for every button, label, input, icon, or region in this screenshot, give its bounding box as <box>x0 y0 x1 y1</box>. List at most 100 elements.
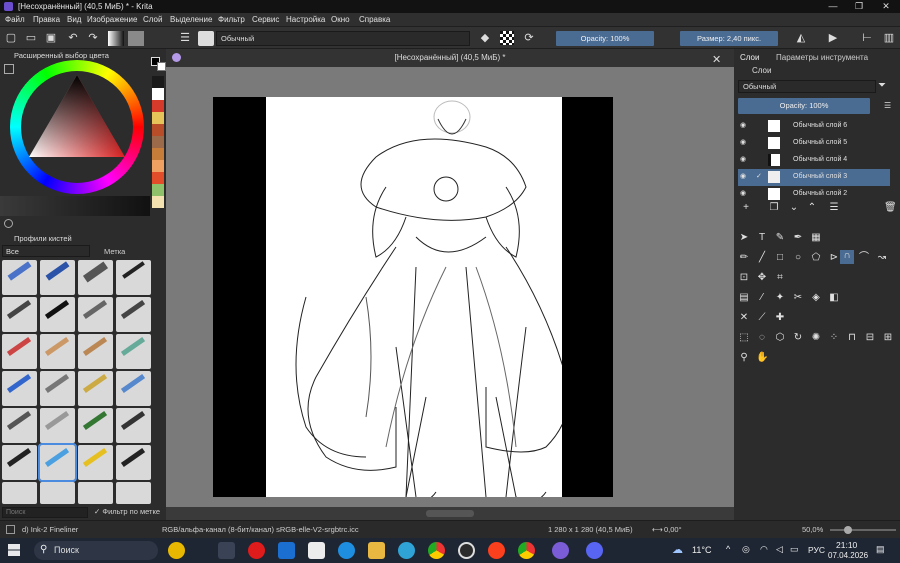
brush-preset[interactable] <box>78 371 113 406</box>
edge-icon[interactable] <box>338 542 355 559</box>
select-shapes-tool-icon[interactable]: ➤ <box>738 232 750 244</box>
eraser-icon[interactable]: ◆ <box>478 31 492 45</box>
swatch[interactable] <box>152 124 164 136</box>
pattern-tool-icon[interactable]: ▦ <box>810 232 822 244</box>
move-tool-icon[interactable]: ✥ <box>756 272 768 284</box>
task-view-icon[interactable] <box>218 542 235 559</box>
layer-row[interactable]: ◉ Обычный слой 2 <box>738 186 890 203</box>
mirror-vertical-icon[interactable]: ▶ <box>826 31 840 45</box>
maximize-button[interactable]: ❐ <box>846 0 872 13</box>
brush-preset[interactable] <box>116 334 151 369</box>
visibility-eye-icon[interactable]: ◉ <box>740 189 746 197</box>
outlook-icon[interactable] <box>278 542 295 559</box>
layer-opacity-slider[interactable]: Opacity: 100% <box>738 98 870 114</box>
canvas-horizontal-scrollbar[interactable] <box>166 507 734 520</box>
swatch[interactable] <box>152 100 164 112</box>
smart-select-tool-icon[interactable]: ⊞ <box>882 332 894 344</box>
layer-row-selected[interactable]: ◉ ✓ Обычный слой 3 <box>738 169 890 186</box>
brush-filter-combo[interactable]: Все <box>2 245 90 257</box>
krita-taskbar-icon[interactable] <box>552 542 569 559</box>
brush-preset[interactable] <box>2 297 37 332</box>
close-document-icon[interactable]: ✕ <box>712 53 721 66</box>
tab-tool-options[interactable]: Параметры инструмента <box>776 53 868 62</box>
canvas-image[interactable] <box>213 97 613 497</box>
menu-window[interactable]: Окно <box>331 15 350 24</box>
swatch[interactable] <box>152 172 164 184</box>
rotation-value[interactable]: 0,00° <box>664 525 682 534</box>
brush-preset[interactable] <box>116 297 151 332</box>
background-color[interactable] <box>157 62 166 71</box>
layer-row[interactable]: ◉ Обычный слой 4 <box>738 152 890 169</box>
alpha-lock-icon[interactable] <box>500 31 514 45</box>
tray-app-icon[interactable]: ◎ <box>742 544 750 555</box>
line-tool-icon[interactable]: ╱ <box>756 252 768 264</box>
visibility-eye-icon[interactable]: ◉ <box>740 138 746 146</box>
menu-settings[interactable]: Настройка <box>286 15 325 24</box>
wrap-around-icon[interactable]: ⊢ <box>860 31 874 45</box>
brush-preset[interactable] <box>2 482 37 504</box>
brush-preset-icon[interactable] <box>198 31 214 46</box>
brush-preset[interactable] <box>40 297 75 332</box>
open-file-icon[interactable]: ▭ <box>24 31 38 45</box>
clock-time[interactable]: 21:10 <box>836 540 857 550</box>
magnetic-select-tool-icon[interactable]: ⊟ <box>864 332 876 344</box>
clock-date[interactable]: 07.04.2026 <box>828 551 868 560</box>
swatch[interactable] <box>152 76 164 88</box>
brush-preset[interactable] <box>78 260 113 295</box>
zoom-slider-handle[interactable] <box>844 526 852 534</box>
freehand-select-tool-icon[interactable]: ↻ <box>792 332 804 344</box>
visibility-eye-icon[interactable]: ◉ <box>740 155 746 163</box>
start-button-icon[interactable] <box>8 544 20 556</box>
store-icon[interactable] <box>308 542 325 559</box>
undo-icon[interactable]: ↶ <box>66 31 80 45</box>
blend-mode-combo[interactable]: Обычный <box>738 80 876 93</box>
fill-tool-icon[interactable]: ◈ <box>810 292 822 304</box>
brush-preset[interactable] <box>78 297 113 332</box>
edit-shapes-tool-icon[interactable]: ✎ <box>774 232 786 244</box>
duplicate-layer-icon[interactable]: ❐ <box>768 202 780 214</box>
brush-search-input[interactable] <box>2 507 88 518</box>
ellipse-select-tool-icon[interactable]: ◌ <box>756 332 768 344</box>
weather-temp[interactable]: 11°C <box>692 545 711 555</box>
layer-name[interactable]: Обычный слой 6 <box>793 122 847 129</box>
zoom-tool-icon[interactable]: ⚲ <box>738 352 750 364</box>
brush-settings-icon[interactable]: ☰ <box>178 31 192 45</box>
menu-file[interactable]: Файл <box>5 15 25 24</box>
taskbar-search-box[interactable]: ⚲ Поиск <box>34 541 158 560</box>
move-layer-up-icon[interactable]: ⌃ <box>806 202 818 214</box>
yandex-icon[interactable] <box>488 542 505 559</box>
brush-preset[interactable] <box>40 371 75 406</box>
brush-preset[interactable] <box>2 371 37 406</box>
new-document-icon[interactable]: ▢ <box>4 31 18 45</box>
brush-preset[interactable] <box>78 334 113 369</box>
swatch[interactable] <box>152 160 164 172</box>
menu-tools[interactable]: Сервис <box>252 15 279 24</box>
color-space-info[interactable]: RGB/альфа-канал (8-бит/канал) sRGB-elle-… <box>162 525 359 534</box>
refresh-icon[interactable] <box>4 219 13 228</box>
reference-images-tool-icon[interactable]: ✚ <box>774 312 786 324</box>
smart-patch-tool-icon[interactable]: ✂ <box>792 292 804 304</box>
menu-view[interactable]: Вид <box>67 15 81 24</box>
menu-image[interactable]: Изображение <box>87 15 137 24</box>
saturation-triangle[interactable] <box>21 71 133 183</box>
pattern-swatch[interactable] <box>128 31 144 46</box>
mirror-horizontal-icon[interactable]: ◭ <box>794 31 808 45</box>
value-bar[interactable] <box>0 196 150 216</box>
brush-preset[interactable] <box>78 408 113 443</box>
brush-preset[interactable] <box>2 408 37 443</box>
rect-select-tool-icon[interactable]: ⬚ <box>738 332 750 344</box>
volume-icon[interactable]: ◁ <box>776 544 783 555</box>
language-indicator[interactable]: РУС <box>808 545 825 555</box>
brush-preset[interactable] <box>78 445 113 480</box>
toolbar-size-slider[interactable]: Размер: 2,40 пикс. <box>680 31 778 46</box>
similar-select-tool-icon[interactable]: ⁘ <box>828 332 840 344</box>
filter-by-tag-checkbox[interactable]: ✓ Фильтр по метке <box>94 507 160 516</box>
toolbar-opacity-slider[interactable]: Opacity: 100% <box>556 31 654 46</box>
chrome-profile-icon[interactable] <box>518 542 535 559</box>
ccleaner-icon[interactable] <box>458 542 475 559</box>
swatch[interactable] <box>152 136 164 148</box>
tab-layers[interactable]: Слои <box>740 53 759 62</box>
color-settings-icon[interactable] <box>4 64 14 74</box>
brush-preset[interactable] <box>2 445 37 480</box>
transform-tool-icon[interactable]: ⊡ <box>738 272 750 284</box>
